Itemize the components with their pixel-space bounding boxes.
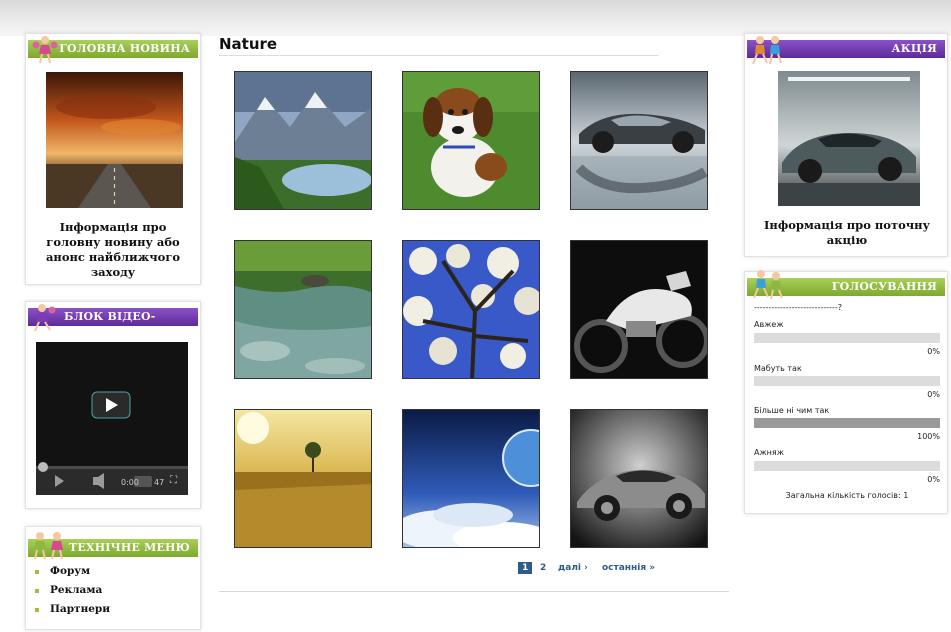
promo-title: АКЦІЯ (891, 42, 937, 55)
gallery-thumb-6[interactable] (570, 240, 708, 379)
poll-option-3-percent: 100% (917, 432, 940, 441)
poll-option-1-percent: 0% (927, 347, 940, 356)
menu-item-ads[interactable]: Реклама (34, 584, 102, 596)
tech-menu-title: ТЕХНІЧНЕ МЕНЮ (68, 541, 190, 554)
poll-option-2-label: Мабуть так (754, 364, 802, 373)
poll-option-3-label: Більше ні чим так (754, 406, 830, 415)
cheerleader-icon (32, 36, 58, 64)
dancer-icon (34, 304, 56, 332)
promo-block: АКЦІЯ Інформація про поточну акцію (744, 33, 948, 257)
main-news-image[interactable] (46, 72, 183, 208)
menu-item-partners[interactable]: Партнери (34, 603, 110, 615)
page-1-current[interactable]: 1 (518, 562, 533, 574)
poll-total-votes: Загальна кількість голосів: 1 (785, 491, 909, 500)
poll-option-2-percent: 0% (927, 390, 940, 399)
poll-option-4-percent: 0% (927, 475, 940, 484)
poll-title: ГОЛОСУВАННЯ (831, 280, 937, 293)
mountain-lake-photo (235, 72, 371, 209)
river-stream-photo (235, 241, 371, 378)
blossom-tree-photo (403, 241, 539, 378)
promo-image[interactable] (778, 71, 920, 206)
silver-sports-car-photo (571, 72, 707, 209)
poll-option-4-bar (754, 461, 940, 471)
gallery-thumb-3[interactable] (570, 71, 708, 210)
last-page-link[interactable]: останнія » (602, 563, 655, 573)
golden-field-photo (235, 410, 371, 547)
promo-caption: Інформація про поточну акцію (764, 218, 930, 247)
video-player[interactable]: 0:00 47 ⛶ (36, 342, 188, 495)
cheerleaders-icon (34, 532, 63, 560)
gallery-thumb-1[interactable] (234, 71, 372, 210)
poll-option-4-label: Ажняж (754, 448, 784, 457)
top-bar (0, 0, 951, 36)
beagle-dog-photo (403, 72, 539, 209)
menu-item-forum[interactable]: Форум (34, 565, 90, 577)
athletes-icon (753, 270, 783, 300)
gallery-thumb-5[interactable] (402, 240, 540, 379)
white-motorcycle-photo (571, 241, 707, 378)
poll-option-3-fill (754, 418, 940, 428)
video-time: 0:00 (121, 478, 139, 487)
main-news-title: ГОЛОВНА НОВИНА (59, 42, 190, 55)
poll-option-2-bar (754, 376, 940, 386)
video-ad-title: БЛОК ВІДЕО-РЕКЛАМИ (64, 310, 156, 341)
concept-car-photo (571, 410, 707, 547)
title-divider (219, 55, 659, 56)
poll-option-3-bar (754, 418, 940, 428)
next-page-link[interactable]: далі › (558, 563, 588, 573)
video-duration: 47 (154, 478, 165, 487)
fullscreen-icon[interactable]: ⛶ (170, 475, 177, 486)
planet-clouds-photo (403, 410, 539, 547)
gallery-thumb-8[interactable] (402, 409, 540, 548)
runner-icon (752, 36, 782, 65)
gallery-thumb-2[interactable] (402, 71, 540, 210)
poll-option-1-label: Авжеж (754, 320, 784, 329)
poll-question: -----------------------------? (754, 303, 842, 312)
page-title: Nature (219, 35, 278, 53)
poll-option-1-bar (754, 333, 940, 343)
page-2-link[interactable]: 2 (540, 563, 546, 573)
bottom-divider (219, 591, 729, 592)
gallery-thumb-7[interactable] (234, 409, 372, 548)
main-news-block: ГОЛОВНА НОВИНА Інформація про головну но… (25, 33, 201, 285)
gallery-thumb-9[interactable] (570, 409, 708, 548)
video-ad-block: БЛОК ВІДЕО-РЕКЛАМИ 0:00 47 ⛶ (25, 301, 201, 509)
main-news-caption: Інформація про головну новину або анонс … (45, 220, 181, 279)
gallery-thumb-4[interactable] (234, 240, 372, 379)
